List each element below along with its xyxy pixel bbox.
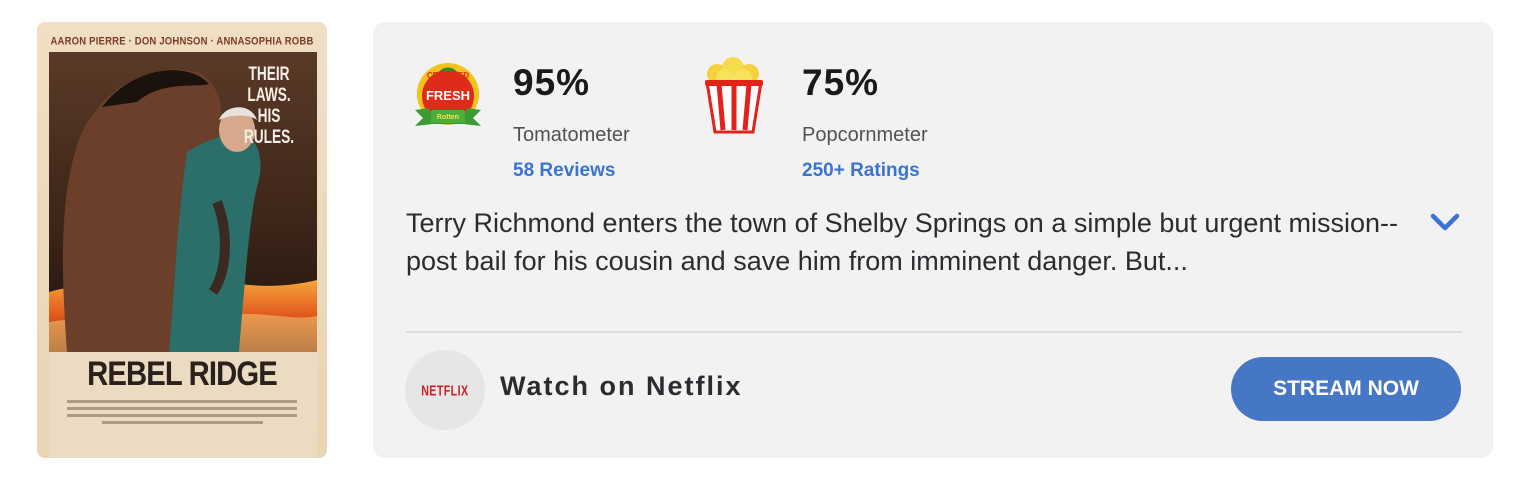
tagline-line: RULES. (243, 127, 295, 148)
expand-synopsis-button[interactable] (1430, 210, 1460, 234)
section-divider (406, 331, 1462, 333)
svg-text:FRESH: FRESH (426, 88, 470, 103)
poster-billing-block (67, 400, 297, 428)
tomatometer-label: Tomatometer (513, 124, 630, 146)
movie-synopsis: Terry Richmond enters the town of Shelby… (406, 208, 1398, 276)
stream-now-button[interactable]: STREAM NOW (1231, 357, 1461, 421)
netflix-logo: NETFLIX (405, 350, 485, 430)
popcornmeter-ratings-link[interactable]: 250+ Ratings (802, 160, 920, 182)
popcorn-bucket-icon (705, 57, 763, 134)
poster-title: REBEL RIDGE (87, 355, 278, 393)
tomatometer-reviews-link[interactable]: 58 Reviews (513, 160, 615, 182)
certified-fresh-icon: CERTIFIED FRESH Rotten (415, 63, 481, 126)
chevron-down-icon (1430, 213, 1460, 231)
netflix-logo-text: NETFLIX (421, 381, 469, 399)
popcornmeter-score: 75% (802, 62, 880, 103)
tagline-line: THEIR (248, 64, 290, 85)
movie-info-card: CERTIFIED FRESH Rotten 95% Tomatometer 5… (373, 22, 1493, 458)
popcornmeter-label: Popcornmeter (802, 124, 928, 146)
movie-poster[interactable]: AARON PIERRE · DON JOHNSON · ANNASOPHIA … (37, 22, 327, 458)
poster-credits: AARON PIERRE · DON JOHNSON · ANNASOPHIA … (50, 34, 314, 49)
watch-on-label: Watch on Netflix (500, 371, 743, 401)
poster-tagline: THEIR LAWS. HIS RULES. (240, 64, 298, 148)
svg-text:Rotten: Rotten (437, 114, 459, 121)
svg-text:CERTIFIED: CERTIFIED (427, 71, 469, 80)
tomatometer-score: 95% (513, 62, 591, 103)
tagline-line: HIS (257, 106, 281, 127)
tagline-line: LAWS. (247, 85, 291, 106)
